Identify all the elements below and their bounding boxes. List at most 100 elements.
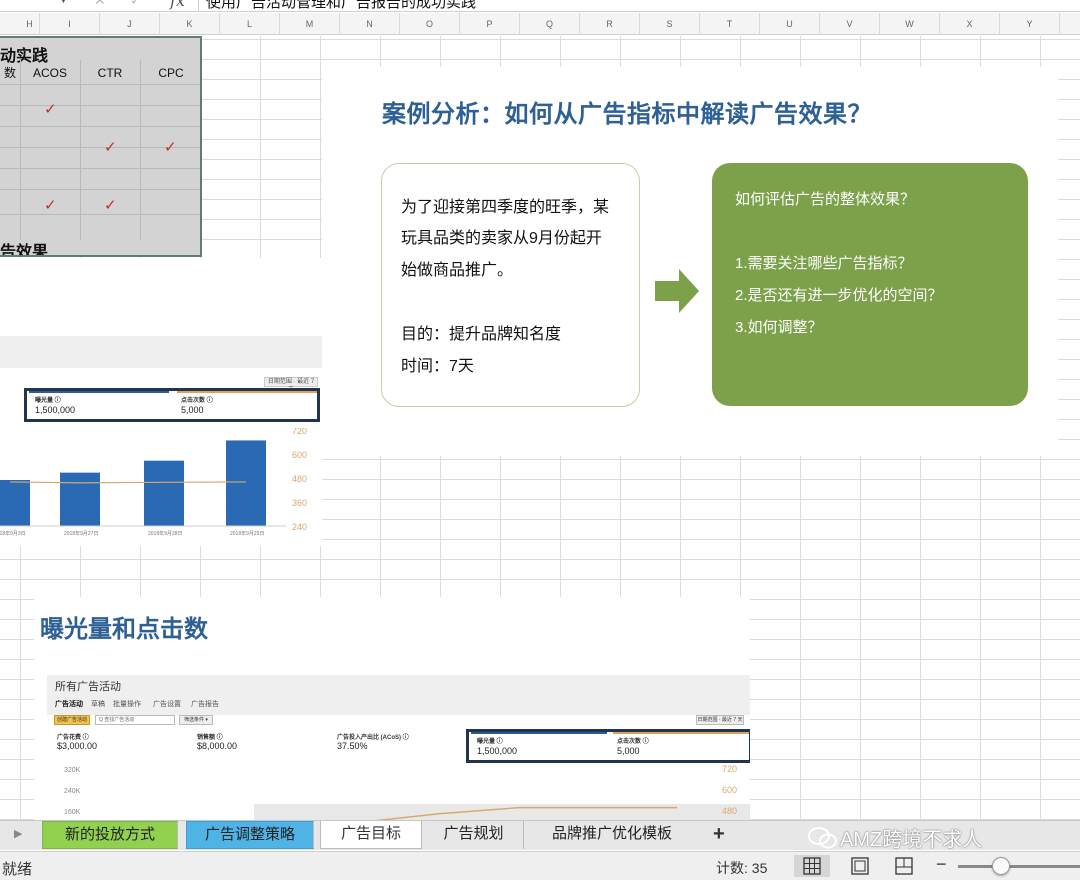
table-divider	[80, 60, 81, 240]
kpi-color-bar	[177, 391, 317, 393]
table-divider	[0, 189, 200, 190]
tab-ad-settings[interactable]: 广告设置	[153, 699, 181, 709]
kpi-value: $8,000.00	[197, 741, 238, 751]
zoom-slider-track[interactable]	[958, 865, 1080, 868]
sheet-tab-adjust-strategy[interactable]: 广告调整策略	[186, 821, 314, 849]
tab-scroll-left-icon[interactable]: ▶	[14, 827, 22, 840]
campaign-header: 所有广告活动 广告活动 草稿 批量操作 广告设置 广告报告	[47, 675, 750, 715]
kpi-color-bar	[471, 732, 607, 734]
tab-bulk[interactable]: 批量操作	[113, 699, 141, 709]
column-header-cell[interactable]: P	[460, 13, 520, 35]
axis-tick-label: 600	[292, 450, 307, 460]
scenario-line: 时间：7天	[401, 358, 474, 375]
kpi-value: 5,000	[181, 405, 204, 415]
name-box-dropdown-icon[interactable]: ▼	[58, 0, 69, 6]
column-header-cell[interactable]: T	[700, 13, 760, 35]
column-header-cell[interactable]: J	[100, 13, 160, 35]
column-header-cell[interactable]: H	[20, 13, 40, 35]
axis-tick-label: 720	[292, 428, 307, 436]
column-header-cell[interactable]: M	[280, 13, 340, 35]
normal-view-icon[interactable]	[794, 855, 830, 877]
page-break-view-icon[interactable]	[886, 855, 922, 877]
impressions-clicks-title: 曝光量和点击数	[40, 616, 208, 643]
column-header-cell[interactable]: Q	[520, 13, 580, 35]
sheet-tab-label: 广告调整策略	[204, 826, 295, 843]
sheet-tab-label: 新的投放方式	[64, 826, 155, 843]
create-campaign-button[interactable]: 创建广告活动	[54, 715, 90, 725]
scenario-card: 为了迎接第四季度的旺季，某 玩具品类的卖家从9月份起开 始做商品推广。 目的：提…	[381, 163, 640, 407]
kpi-label: 广告花费 ⓘ	[57, 735, 89, 741]
case-analysis-panel[interactable]: 案例分析：如何从广告指标中解读广告效果？ 为了迎接第四季度的旺季，某 玩具品类的…	[322, 67, 1058, 456]
confirm-icon[interactable]: ✓	[130, 0, 142, 9]
tab-campaigns[interactable]: 广告活动	[55, 699, 83, 709]
scenario-line: 始做商品推广。	[401, 262, 514, 279]
campaign-search-input[interactable]: Q 查找广告活动	[95, 715, 175, 725]
selected-table-region[interactable]: 动实践 数 ACOS CTR CPC ✓ ✓ ✓ ✓ ✓ 告效果	[0, 36, 202, 257]
axis-category-label: 2018年9月28日	[148, 530, 182, 537]
axis-tick-label: 480	[292, 474, 307, 484]
table-bottom-title: 告效果	[0, 244, 49, 257]
question-line: 如何评估广告的整体效果？	[735, 191, 916, 208]
sheet-tab-ad-plan[interactable]: 广告规划	[424, 821, 524, 849]
table-divider	[0, 84, 200, 85]
sheet-tab-label: 品牌推广优化模板	[551, 825, 672, 842]
date-range-filter[interactable]: 日期范围 · 最近 7 天	[696, 715, 744, 725]
column-header-cell[interactable]: I	[40, 13, 100, 35]
column-header-cell[interactable]: V	[820, 13, 880, 35]
campaign-header-title: 所有广告活动	[55, 681, 121, 693]
chart-overlay-band	[254, 804, 750, 820]
table-divider	[0, 126, 200, 127]
status-bar: 就绪 计数: 35 −	[0, 851, 1080, 880]
axis-tick-label: 320K	[64, 767, 81, 774]
filter-button[interactable]: 筛选条件 ▾	[179, 715, 213, 725]
question-line: 2.是否还有进一步优化的空间？	[735, 287, 943, 304]
column-header-cell[interactable]: Y	[1000, 13, 1060, 35]
kpi-label: 点击次数 ⓘ	[181, 398, 213, 404]
column-header-cell[interactable]: N	[340, 13, 400, 35]
kpi-label: 点击次数 ⓘ	[617, 739, 649, 745]
column-header-cell[interactable]: U	[760, 13, 820, 35]
tab-ad-reports[interactable]: 广告报告	[191, 699, 219, 709]
kpi-value: 5,000	[617, 746, 640, 756]
sheet-tab-label: 广告规划	[443, 825, 504, 842]
scenario-line: 为了迎接第四季度的旺季，某	[401, 199, 610, 216]
table-divider	[20, 60, 21, 240]
function-icon[interactable]: fx	[170, 0, 185, 10]
kpi-value: 1,500,000	[35, 405, 76, 415]
ad-dashboard-screenshot-1[interactable]: 日期范围 · 最近 7 天 曝光量 ⓘ 1,500,000 点击次数 ⓘ 5,0…	[0, 258, 322, 546]
table-header-ctr: CTR	[97, 66, 123, 80]
zoom-out-icon[interactable]: −	[936, 854, 947, 875]
axis-tick-label: 600	[722, 785, 737, 795]
table-divider	[0, 105, 200, 106]
sheet-tab-new-delivery[interactable]: 新的投放方式	[42, 821, 178, 849]
add-sheet-icon[interactable]: +	[713, 821, 725, 847]
page-layout-view-icon[interactable]	[842, 855, 878, 877]
table-divider	[0, 168, 200, 169]
kpi-value: 1,500,000	[477, 746, 518, 756]
zoom-slider-thumb[interactable]	[992, 857, 1010, 875]
kpi-label: 曝光量 ⓘ	[477, 739, 503, 745]
cancel-icon[interactable]: ✕	[94, 0, 106, 9]
column-header-cell[interactable]: W	[880, 13, 940, 35]
column-header-cell[interactable]: X	[940, 13, 1000, 35]
column-header-cell[interactable]: L	[220, 13, 280, 35]
sheet-tab-brand-template[interactable]: 品牌推广优化模板	[526, 821, 698, 849]
tab-drafts[interactable]: 草稿	[91, 699, 105, 709]
kpi-highlight-box: 曝光量 ⓘ 1,500,000 点击次数 ⓘ 5,000	[24, 388, 320, 422]
kpi-color-bar	[29, 391, 169, 393]
kpi-color-bar	[613, 732, 749, 734]
chart-bar	[60, 472, 100, 526]
ad-dashboard-screenshot-2[interactable]: 曝光量和点击数 所有广告活动 广告活动 草稿 批量操作 广告设置 广告报告 创建…	[34, 597, 750, 820]
formula-input[interactable]: 使用广告活动管理和广告报告的成功实践	[206, 0, 476, 11]
column-header-cell[interactable]: R	[580, 13, 640, 35]
column-header-cell[interactable]: S	[640, 13, 700, 35]
kpi-label: 销售额 ⓘ	[197, 735, 223, 741]
column-header-cell[interactable]: O	[400, 13, 460, 35]
column-header: HIJKLMNOPQRSTUVWXY	[0, 13, 1080, 35]
kpi-highlight-box: 曝光量 ⓘ 1,500,000 点击次数 ⓘ 5,000	[466, 729, 750, 763]
check-icon: ✓	[44, 101, 57, 118]
check-icon: ✓	[164, 139, 177, 156]
sheet-tab-ad-goal[interactable]: 广告目标	[320, 821, 422, 849]
column-header-cell[interactable]: K	[160, 13, 220, 35]
check-icon: ✓	[104, 139, 117, 156]
